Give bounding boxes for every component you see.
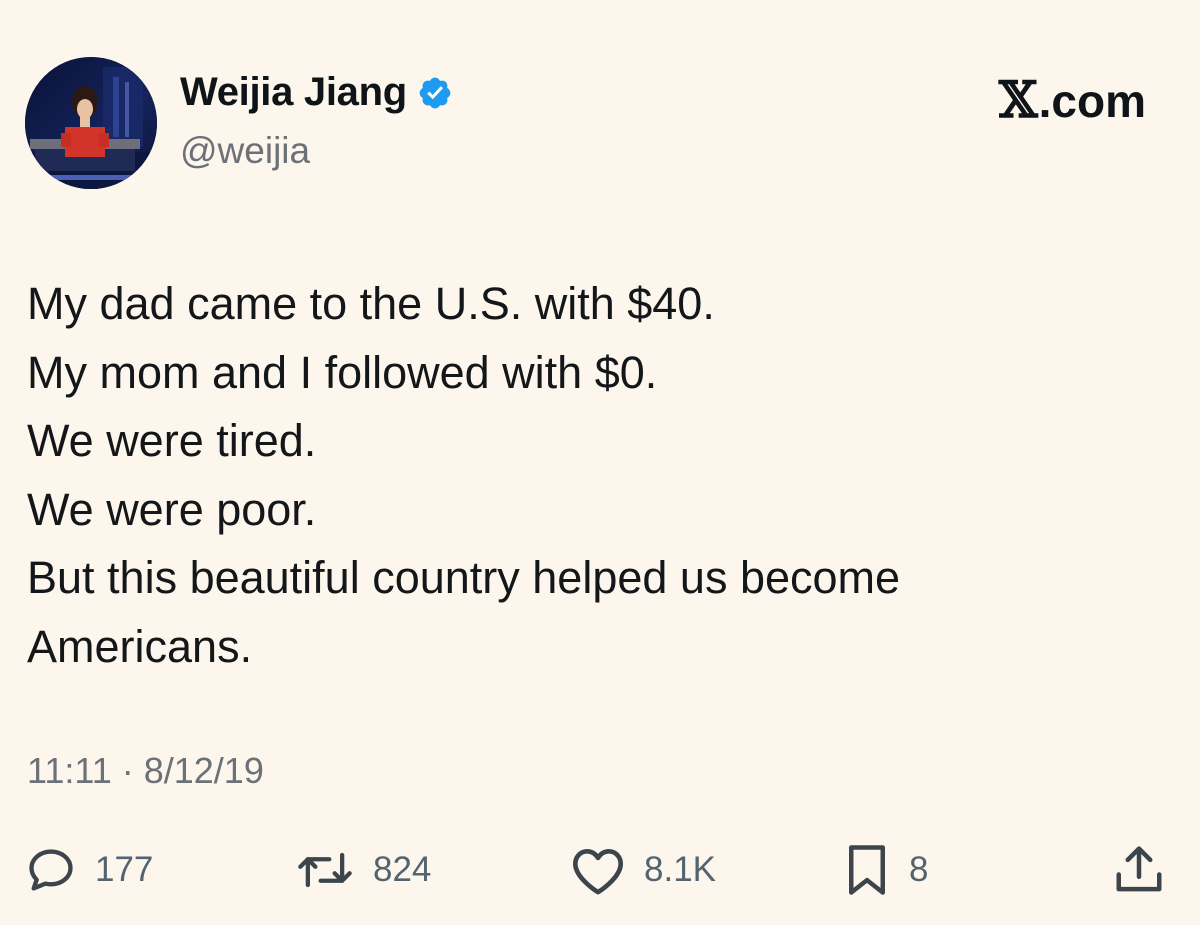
tweet-card: Weijia Jiang @weijia 𝕏 .com My dad came … (0, 0, 1200, 925)
retweet-icon (298, 852, 352, 888)
reply-count: 177 (95, 850, 154, 889)
bookmark-icon (849, 845, 885, 895)
retweet-button[interactable]: 824 (295, 838, 431, 902)
author-handle[interactable]: @weijia (180, 130, 310, 172)
brand-domain: .com (1038, 75, 1146, 127)
bookmark-button[interactable]: 8 (843, 838, 928, 902)
share-icon (1116, 846, 1162, 892)
brand-logo: 𝕏 .com (999, 70, 1146, 129)
retweet-count: 824 (373, 850, 432, 889)
reply-button[interactable]: 177 (25, 838, 153, 902)
heart-icon (573, 849, 623, 895)
tweet-line: We were poor. (27, 483, 317, 535)
tweet-line: We were tired. (27, 415, 317, 466)
like-count: 8.1K (644, 850, 716, 889)
share-button[interactable] (1112, 838, 1166, 902)
avatar[interactable] (25, 57, 157, 189)
avatar-image (25, 57, 157, 189)
like-button[interactable]: 8.1K (570, 838, 716, 902)
tweet-line: But this beautiful country helped us bec… (27, 552, 901, 603)
tweet-line: Americans. (27, 620, 253, 672)
tweet-text: My dad came to the U.S. with $40. My mom… (27, 270, 1147, 681)
tweet-line: My mom and I followed with $0. (27, 346, 658, 398)
tweet-timestamp[interactable]: 11:11 · 8/12/19 (27, 750, 264, 792)
verified-badge-icon (419, 77, 451, 108)
action-bar: 177 824 8.1K 8 (0, 838, 1200, 902)
tweet-line: My dad came to the U.S. with $40. (27, 278, 715, 329)
author-name-row: Weijia Jiang (180, 70, 453, 115)
x-logo-icon: 𝕏 (998, 70, 1038, 129)
author-display-name[interactable]: Weijia Jiang (180, 70, 407, 115)
reply-icon (29, 849, 73, 891)
bookmark-count: 8 (909, 850, 929, 889)
